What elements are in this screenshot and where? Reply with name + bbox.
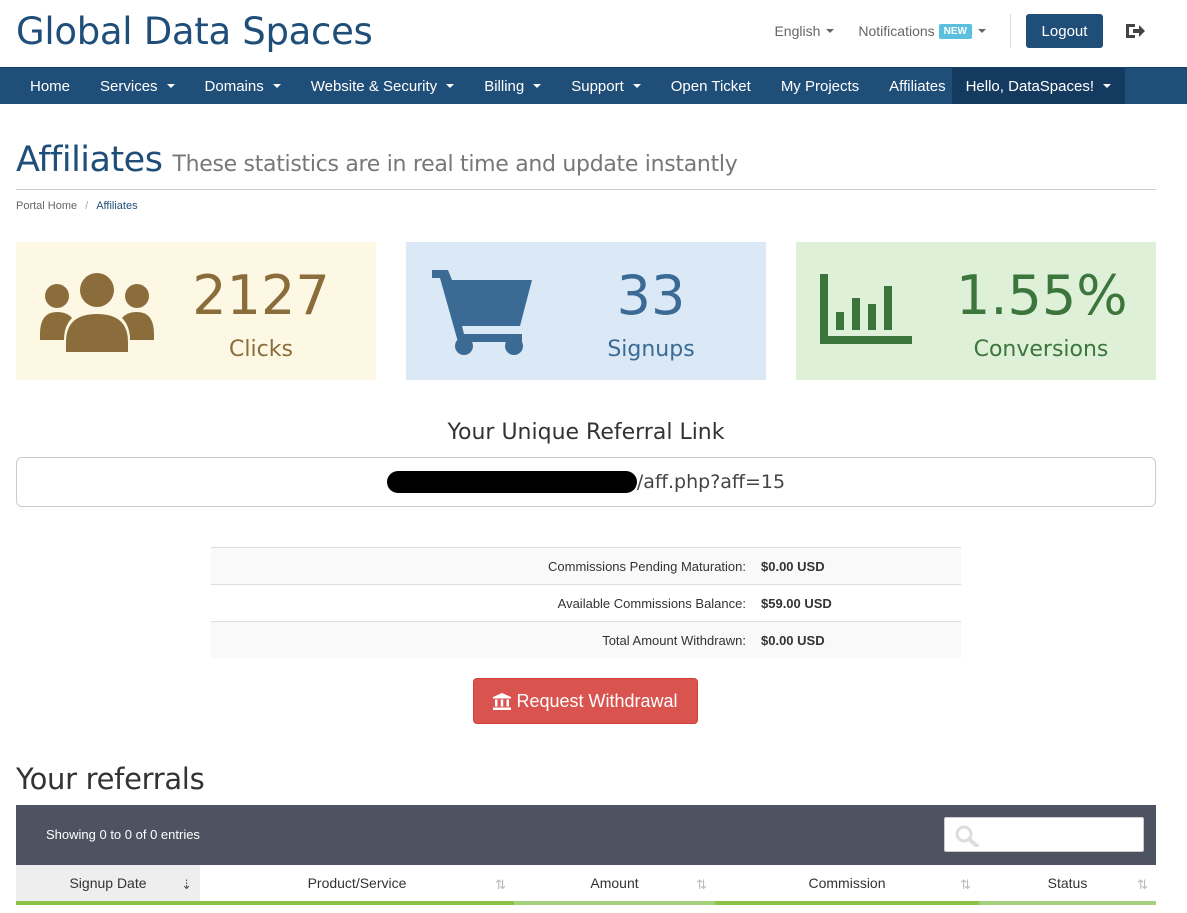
col-commission[interactable]: Commission ⇅ <box>715 865 979 905</box>
commission-value: $59.00 USD <box>761 595 832 611</box>
nav-label: Domains <box>204 77 264 95</box>
language-label: English <box>774 23 821 39</box>
shopping-cart-icon <box>432 270 532 355</box>
nav-my-projects[interactable]: My Projects <box>766 68 874 104</box>
language-dropdown[interactable]: English <box>774 23 835 39</box>
nav-label: Support <box>571 77 624 95</box>
clicks-label: Clicks <box>229 337 293 362</box>
breadcrumb-portal-home[interactable]: Portal Home <box>16 200 77 212</box>
sort-icon: ⇅ <box>1137 877 1148 892</box>
conversions-label: Conversions <box>973 337 1109 362</box>
nav-user-menu[interactable]: Hello, DataSpaces! <box>951 68 1125 104</box>
table-search[interactable] <box>944 817 1144 852</box>
breadcrumb: Portal Home / Affiliates <box>16 200 138 212</box>
commission-label: Total Amount Withdrawn: <box>602 632 746 648</box>
notifications-dropdown[interactable]: Notifications NEW <box>858 23 986 39</box>
commission-value: $0.00 USD <box>761 558 825 574</box>
main-nav: Home Services Domains Website & Security… <box>0 67 1187 104</box>
col-amount[interactable]: Amount ⇅ <box>514 865 715 905</box>
nav-billing[interactable]: Billing <box>469 68 556 104</box>
logout-button[interactable]: Logout <box>1026 14 1103 48</box>
col-signup-date[interactable]: Signup Date ⇣ <box>16 865 200 905</box>
withdraw-label: Request Withdrawal <box>516 690 678 711</box>
breadcrumb-current: Affiliates <box>96 200 138 212</box>
breadcrumb-separator: / <box>85 200 89 212</box>
sort-desc-icon: ⇣ <box>181 877 192 892</box>
caret-down-icon <box>272 84 281 88</box>
nav-label: Home <box>30 77 71 95</box>
nav-label: Services <box>100 77 158 95</box>
sort-icon: ⇅ <box>696 877 707 892</box>
commission-label: Available Commissions Balance: <box>557 595 746 611</box>
new-badge: NEW <box>938 23 972 39</box>
column-label: Amount <box>590 875 639 891</box>
caret-down-icon <box>533 84 542 88</box>
referral-link-suffix: /aff.php?aff=15 <box>636 471 786 493</box>
caret-down-icon <box>1103 84 1111 88</box>
stat-clicks: 2127 Clicks <box>16 242 376 380</box>
sort-icon: ⇅ <box>960 877 971 892</box>
nav-label: My Projects <box>780 77 860 95</box>
commissions-table: Commissions Pending Maturation: $0.00 US… <box>211 547 961 658</box>
bar-chart-icon <box>820 274 912 344</box>
table-toolbar: Showing 0 to 0 of 0 entries <box>16 805 1156 865</box>
column-label: Signup Date <box>69 875 147 891</box>
nav-label: Hello, DataSpaces! <box>965 77 1094 95</box>
sort-icon: ⇅ <box>495 877 506 892</box>
table-header: Signup Date ⇣ Product/Service ⇅ Amount ⇅… <box>16 865 1156 909</box>
divider <box>1010 14 1011 48</box>
signups-value: 33 <box>616 264 686 327</box>
nav-label: Billing <box>484 77 525 95</box>
column-label: Product/Service <box>307 875 407 891</box>
page-title: Affiliates <box>16 140 163 180</box>
nav-affiliates[interactable]: Affiliates <box>874 68 951 104</box>
commission-row: Available Commissions Balance: $59.00 US… <box>211 584 961 621</box>
bank-icon <box>493 692 512 710</box>
caret-down-icon <box>978 29 986 33</box>
notifications-label: Notifications <box>858 23 935 39</box>
redacted-url <box>386 471 637 493</box>
nav-label: Open Ticket <box>670 77 751 95</box>
column-label: Status <box>1047 875 1088 891</box>
caret-down-icon <box>826 29 835 33</box>
col-product-service[interactable]: Product/Service ⇅ <box>200 865 514 905</box>
signups-label: Signups <box>607 337 695 362</box>
nav-home[interactable]: Home <box>0 68 85 104</box>
commission-row: Commissions Pending Maturation: $0.00 US… <box>211 547 961 584</box>
page-header: Affiliates These statistics are in real … <box>16 140 738 180</box>
column-label: Commission <box>808 875 886 891</box>
nav-open-ticket[interactable]: Open Ticket <box>656 68 766 104</box>
commission-value: $0.00 USD <box>761 632 825 648</box>
referral-link-field[interactable]: /aff.php?aff=15 <box>16 457 1156 507</box>
top-links: English Notifications NEW Logout <box>774 14 1187 48</box>
header: Global Data Spaces English Notifications… <box>0 0 1187 67</box>
commission-row: Total Amount Withdrawn: $0.00 USD <box>211 621 961 658</box>
table-info: Showing 0 to 0 of 0 entries <box>46 827 200 842</box>
referrals-heading: Your referrals <box>16 762 205 796</box>
col-status[interactable]: Status ⇅ <box>979 865 1156 905</box>
search-input[interactable] <box>945 818 1143 851</box>
nav-label: Affiliates <box>889 77 946 95</box>
sign-out-icon[interactable] <box>1123 19 1147 43</box>
referral-link-title: Your Unique Referral Link <box>447 420 725 445</box>
divider <box>16 189 1156 190</box>
request-withdrawal-button[interactable]: Request Withdrawal <box>473 678 698 724</box>
nav-support[interactable]: Support <box>556 68 656 104</box>
nav-label: Website & Security <box>310 77 438 95</box>
stat-conversions: 1.55% Conversions <box>796 242 1156 380</box>
caret-down-icon <box>166 84 175 88</box>
brand-logo[interactable]: Global Data Spaces <box>16 10 373 53</box>
nav-website-security[interactable]: Website & Security <box>296 68 469 104</box>
nav-domains[interactable]: Domains <box>190 68 296 104</box>
nav-services[interactable]: Services <box>85 68 190 104</box>
users-icon <box>40 273 154 352</box>
caret-down-icon <box>632 84 641 88</box>
stat-signups: 33 Signups <box>406 242 766 380</box>
caret-down-icon <box>446 84 455 88</box>
commission-label: Commissions Pending Maturation: <box>548 558 746 574</box>
clicks-value: 2127 <box>192 264 330 327</box>
page-subtitle: These statistics are in real time and up… <box>172 152 738 177</box>
conversions-value: 1.55% <box>956 264 1128 327</box>
